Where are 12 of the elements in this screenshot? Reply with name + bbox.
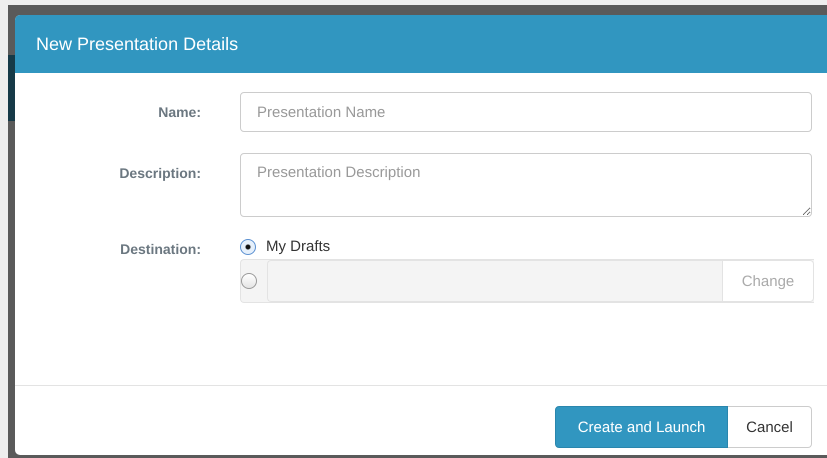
- radio-button[interactable]: [240, 238, 256, 254]
- radio-button[interactable]: [241, 273, 257, 289]
- description-field[interactable]: Presentation Description: [240, 153, 812, 217]
- name-field[interactable]: Presentation Name: [240, 92, 812, 132]
- field-label: Description:: [118, 164, 201, 181]
- dialog-title: New Presentation Details: [36, 34, 238, 54]
- cancel-button[interactable]: Cancel: [728, 406, 812, 448]
- create-button[interactable]: Create and Launch: [555, 406, 728, 448]
- radio-label: My Drafts: [266, 238, 330, 255]
- field-label: Destination:: [119, 240, 201, 257]
- change-button[interactable]: Change: [722, 260, 814, 302]
- field-label: Name:: [157, 103, 201, 120]
